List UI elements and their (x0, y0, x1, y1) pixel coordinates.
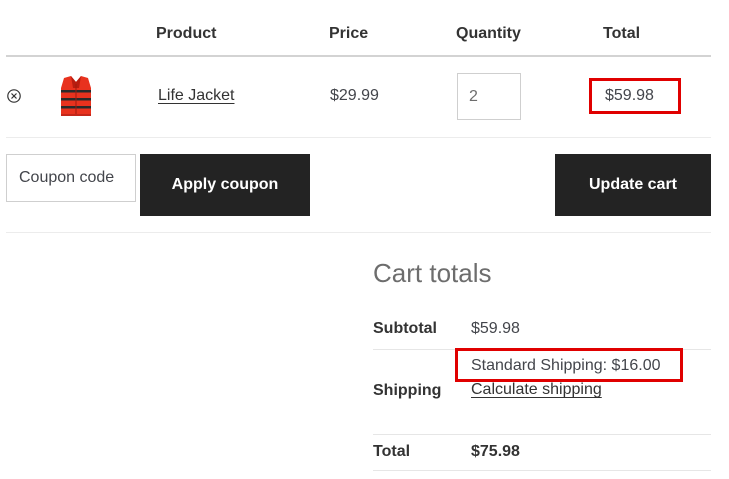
quantity-input[interactable] (457, 73, 521, 120)
coupon-code-input[interactable] (6, 154, 136, 202)
update-cart-button[interactable]: Update cart (555, 154, 711, 216)
shipping-divider (373, 434, 711, 435)
total-value: $75.98 (471, 443, 520, 460)
shipping-highlight-box (455, 348, 683, 382)
row-divider (6, 137, 711, 138)
cart-totals-title: Cart totals (373, 258, 492, 288)
calculate-shipping-link[interactable]: Calculate shipping (471, 381, 602, 399)
header-product: Product (156, 25, 217, 42)
remove-circle-icon[interactable] (7, 89, 21, 103)
header-total: Total (603, 25, 641, 42)
total-divider (373, 470, 711, 471)
life-jacket-thumbnail[interactable] (55, 74, 97, 118)
header-quantity: Quantity (456, 25, 521, 42)
total-label: Total (373, 443, 411, 460)
header-price: Price (329, 25, 369, 42)
actions-divider (6, 232, 711, 233)
apply-coupon-button[interactable]: Apply coupon (140, 154, 310, 216)
header-divider (6, 55, 711, 57)
subtotal-label: Subtotal (373, 320, 437, 337)
total-highlight-box (589, 78, 681, 114)
subtotal-value: $59.98 (471, 320, 520, 337)
product-price: $29.99 (330, 87, 379, 104)
shipping-label: Shipping (373, 382, 442, 399)
product-link[interactable]: Life Jacket (158, 87, 234, 105)
